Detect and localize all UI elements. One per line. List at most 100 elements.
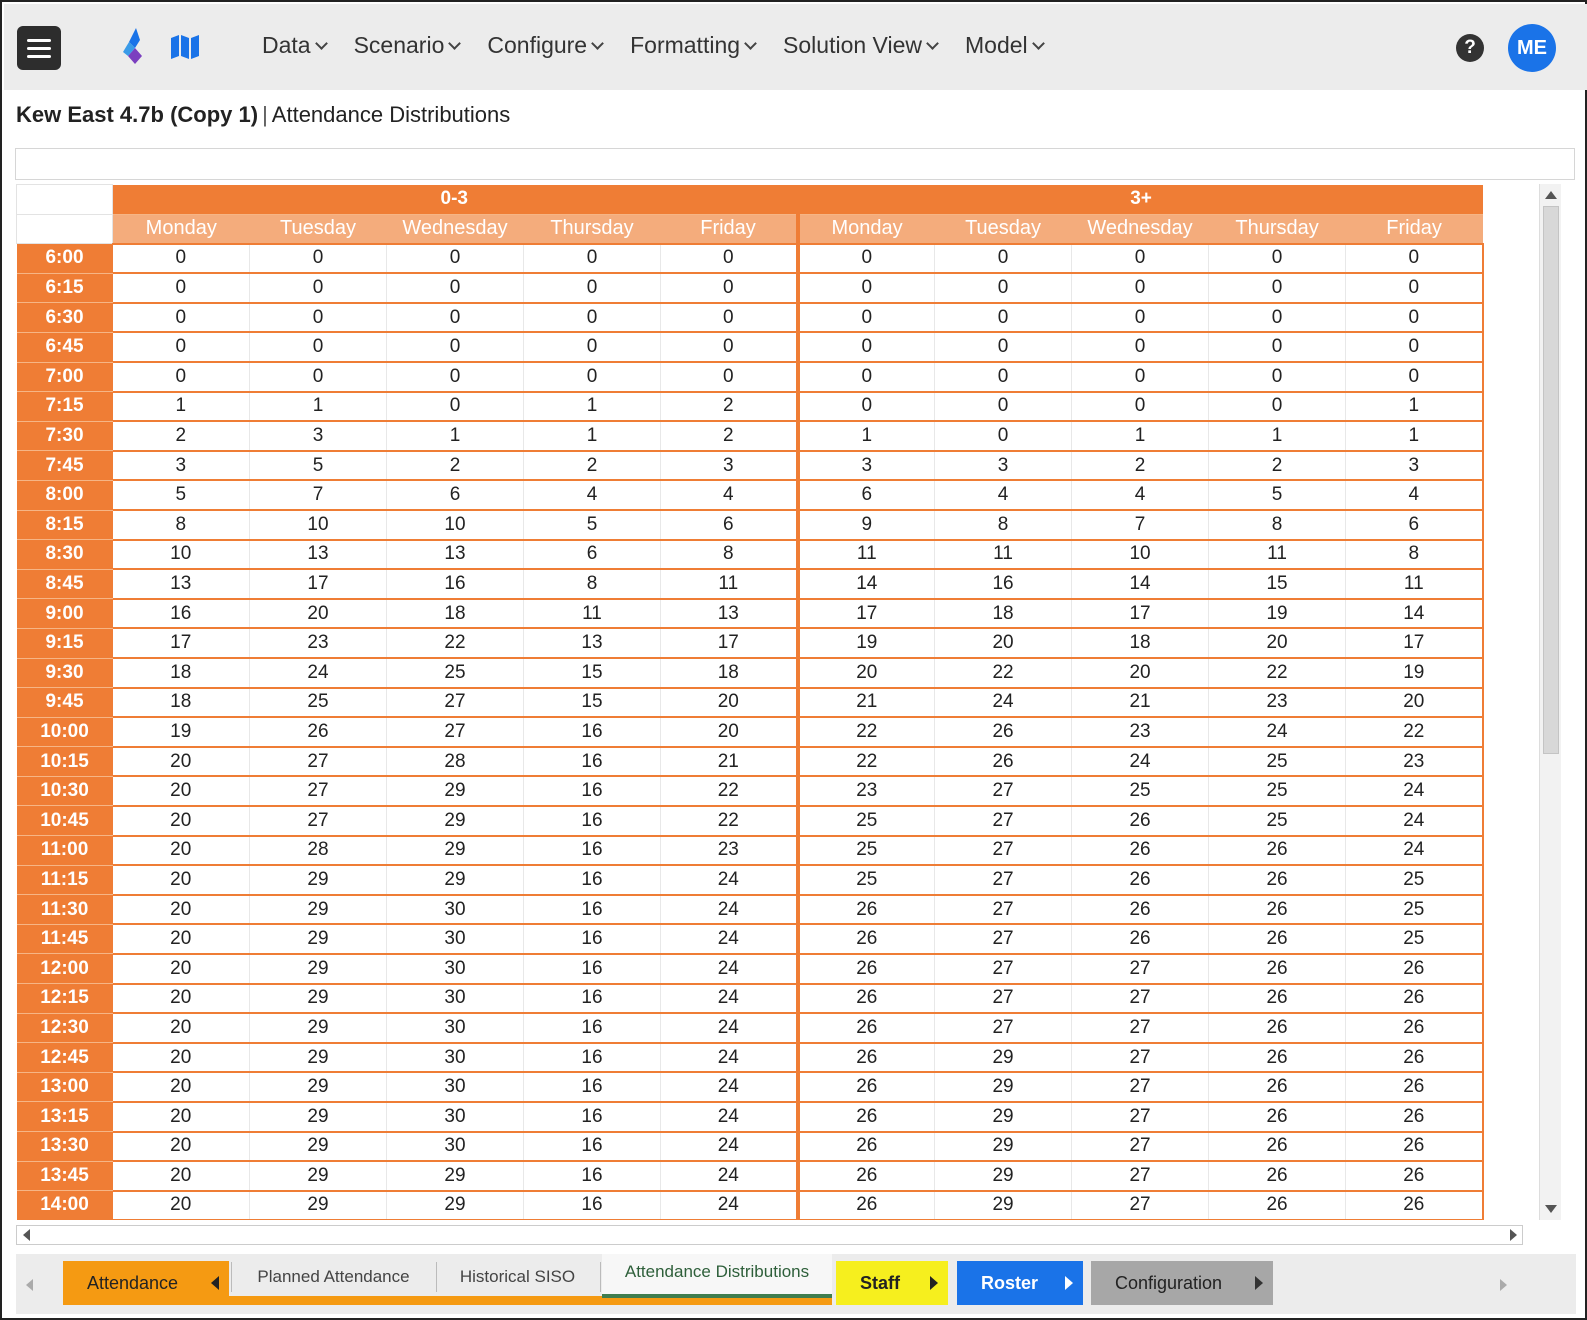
value-cell[interactable]: 16 [523,1072,661,1103]
value-cell[interactable]: 29 [386,805,524,837]
value-cell[interactable]: 16 [523,865,661,896]
help-icon[interactable]: ? [1456,34,1484,62]
value-cell[interactable]: 13 [386,539,524,571]
value-cell[interactable]: 26 [1208,894,1347,926]
value-cell[interactable]: 15 [523,687,661,719]
value-cell[interactable]: 25 [386,658,524,689]
map-icon[interactable] [170,34,200,60]
value-cell[interactable]: 18 [386,598,524,630]
value-cell[interactable]: 2 [660,421,799,452]
value-cell[interactable]: 29 [386,835,524,867]
value-cell[interactable]: 3 [249,421,387,452]
value-cell[interactable]: 16 [523,1101,661,1133]
value-cell[interactable]: 27 [249,805,387,837]
value-cell[interactable]: 16 [523,776,661,807]
value-cell[interactable]: 10 [249,510,387,541]
value-cell[interactable]: 29 [934,1131,1073,1163]
value-cell[interactable]: 22 [795,717,936,748]
value-cell[interactable]: 0 [1208,243,1347,275]
value-cell[interactable]: 19 [1345,658,1484,689]
value-cell[interactable]: 26 [1208,924,1347,955]
value-cell[interactable]: 0 [934,273,1073,304]
value-cell[interactable]: 26 [795,983,936,1015]
value-cell[interactable]: 0 [795,302,936,334]
value-cell[interactable]: 26 [1208,1190,1347,1220]
value-cell[interactable]: 29 [249,1042,387,1074]
value-cell[interactable]: 20 [112,983,250,1015]
value-cell[interactable]: 23 [1345,746,1484,778]
menu-formatting[interactable]: Formatting [630,32,757,59]
value-cell[interactable]: 24 [660,924,799,955]
value-cell[interactable]: 27 [934,865,1073,896]
scroll-up-arrow-icon[interactable] [1542,186,1560,204]
value-cell[interactable]: 20 [934,628,1073,659]
value-cell[interactable]: 26 [1071,835,1210,867]
value-cell[interactable]: 0 [523,273,661,304]
value-cell[interactable]: 0 [249,362,387,393]
value-cell[interactable]: 26 [795,1190,936,1220]
value-cell[interactable]: 16 [523,953,661,985]
value-cell[interactable]: 13 [249,539,387,571]
value-cell[interactable]: 24 [660,1190,799,1220]
value-cell[interactable]: 30 [386,1072,524,1103]
value-cell[interactable]: 26 [795,1072,936,1103]
value-cell[interactable]: 0 [1071,302,1210,334]
menu-data[interactable]: Data [262,32,328,59]
value-cell[interactable]: 10 [112,539,250,571]
value-cell[interactable]: 0 [1071,273,1210,304]
menu-model[interactable]: Model [965,32,1045,59]
value-cell[interactable]: 24 [660,983,799,1015]
value-cell[interactable]: 0 [660,332,799,364]
value-cell[interactable]: 26 [1345,1131,1484,1163]
value-cell[interactable]: 20 [112,924,250,955]
value-cell[interactable]: 0 [795,273,936,304]
value-cell[interactable]: 4 [1345,480,1484,512]
value-cell[interactable]: 29 [249,1161,387,1192]
value-cell[interactable]: 27 [386,687,524,719]
value-cell[interactable]: 16 [523,924,661,955]
value-cell[interactable]: 6 [1345,510,1484,541]
value-cell[interactable]: 1 [523,421,661,452]
value-cell[interactable]: 0 [1208,391,1347,423]
value-cell[interactable]: 26 [1208,1072,1347,1103]
value-cell[interactable]: 29 [934,1161,1073,1192]
value-cell[interactable]: 26 [934,717,1073,748]
value-cell[interactable]: 23 [1071,717,1210,748]
value-cell[interactable]: 29 [386,865,524,896]
value-cell[interactable]: 26 [1208,865,1347,896]
value-cell[interactable]: 0 [523,302,661,334]
value-cell[interactable]: 21 [795,687,936,719]
value-cell[interactable]: 17 [1071,598,1210,630]
value-cell[interactable]: 7 [1071,510,1210,541]
value-cell[interactable]: 0 [660,243,799,275]
value-cell[interactable]: 0 [934,421,1073,452]
value-cell[interactable]: 2 [112,421,250,452]
value-cell[interactable]: 26 [795,953,936,985]
value-cell[interactable]: 0 [1071,332,1210,364]
horizontal-scrollbar[interactable] [16,1225,1523,1245]
value-cell[interactable]: 13 [112,569,250,600]
value-cell[interactable]: 1 [1345,421,1484,452]
value-cell[interactable]: 20 [112,1013,250,1044]
value-cell[interactable]: 26 [1345,1161,1484,1192]
value-cell[interactable]: 2 [1208,450,1347,482]
menu-solution-view[interactable]: Solution View [783,32,939,59]
value-cell[interactable]: 20 [112,805,250,837]
value-cell[interactable]: 0 [934,332,1073,364]
value-cell[interactable]: 1 [1345,391,1484,423]
value-cell[interactable]: 24 [660,894,799,926]
value-cell[interactable]: 0 [386,243,524,275]
value-cell[interactable]: 11 [934,539,1073,571]
value-cell[interactable]: 2 [386,450,524,482]
value-cell[interactable]: 18 [112,687,250,719]
value-cell[interactable]: 20 [660,687,799,719]
value-cell[interactable]: 25 [1345,894,1484,926]
value-cell[interactable]: 24 [660,1013,799,1044]
value-cell[interactable]: 10 [386,510,524,541]
value-cell[interactable]: 27 [249,776,387,807]
value-cell[interactable]: 0 [795,391,936,423]
value-cell[interactable]: 21 [660,746,799,778]
tab-roster[interactable]: Roster [957,1261,1083,1305]
value-cell[interactable]: 25 [795,805,936,837]
value-cell[interactable]: 27 [1071,1042,1210,1074]
